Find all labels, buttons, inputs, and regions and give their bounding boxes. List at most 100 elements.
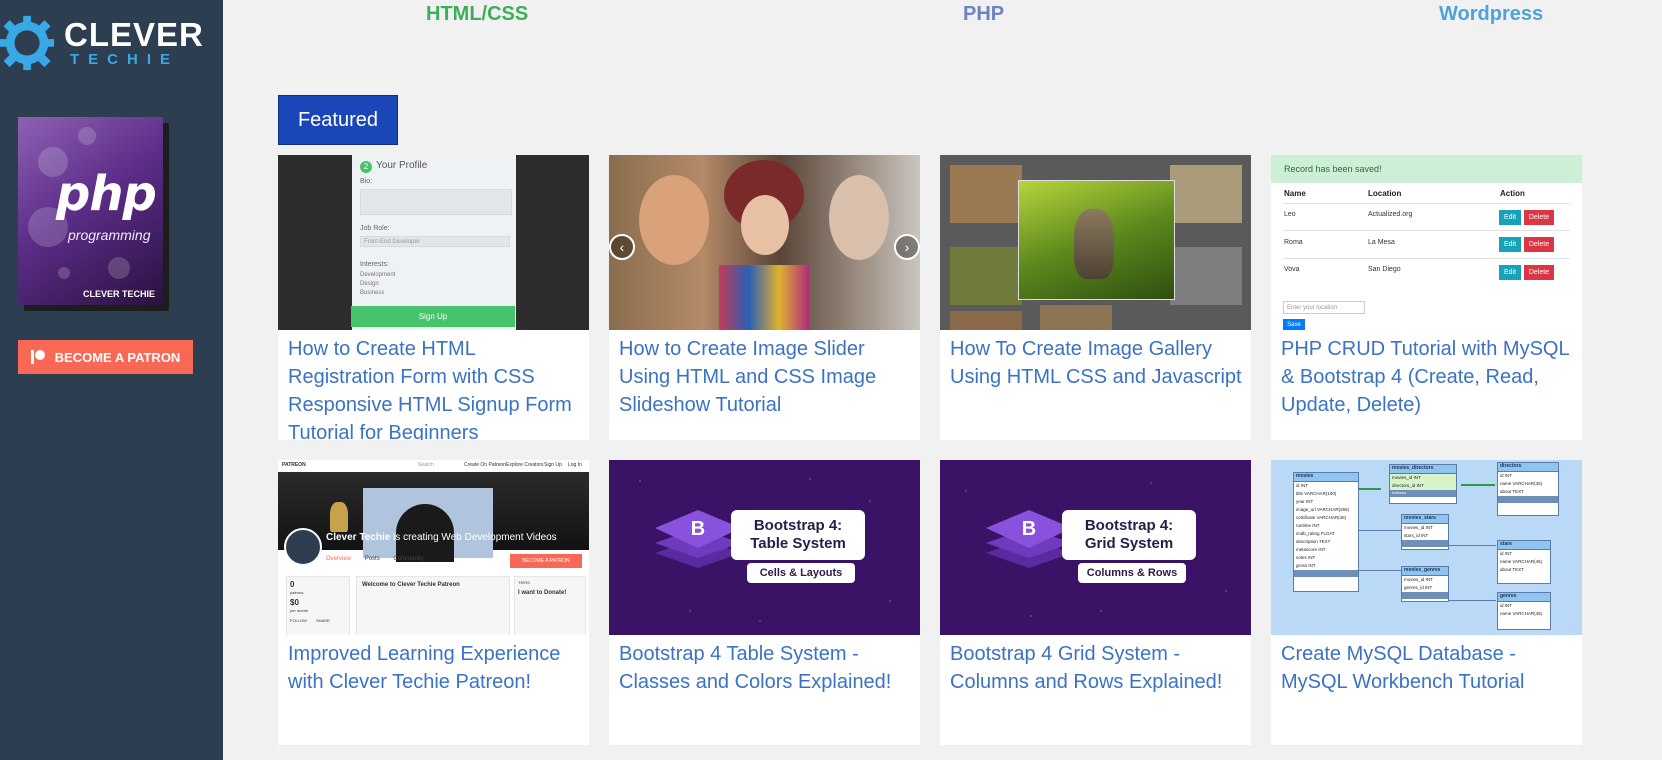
db-table-name: movies_directors (1390, 465, 1456, 474)
db-column: stars_id INT (1404, 533, 1429, 538)
post-card[interactable]: movies id INT title VARCHAR(100) year IN… (1271, 460, 1582, 745)
db-table: movies id INT title VARCHAR(100) year IN… (1293, 472, 1359, 592)
post-card[interactable]: PATREON Search Create On Patreon Explore… (278, 460, 589, 745)
success-alert: Record has been saved! (1271, 155, 1582, 183)
book-title: php (56, 166, 157, 222)
post-title[interactable]: PHP CRUD Tutorial with MySQL & Bootstrap… (1281, 335, 1574, 419)
patreon-tier-title: I want to Donate! (518, 590, 567, 596)
patreon-tiers-label: TIERS (518, 580, 530, 585)
thumb-pill: Columns & Rows (1078, 563, 1186, 583)
patreon-creator: Clever Techie (326, 532, 391, 543)
signup-button-image: Sign Up (351, 306, 515, 327)
book-brand: CLEVER TECHIE (82, 289, 155, 299)
post-thumbnail[interactable] (940, 155, 1251, 330)
post-title[interactable]: How To Create Image Gallery Using HTML C… (950, 335, 1243, 391)
post-thumbnail[interactable]: 2 Your Profile Bio: Job Role: Front-End … (278, 155, 589, 330)
thumb-heading-line: Bootstrap 4: (1084, 517, 1174, 534)
site-logo[interactable]: CLEVER TECHIE (0, 8, 203, 74)
become-patron-button[interactable]: BECOME A PATRON (18, 340, 193, 374)
post-thumbnail[interactable]: movies id INT title VARCHAR(100) year IN… (1271, 460, 1582, 635)
bootstrap-logo-icon: B (655, 510, 741, 568)
db-table-name: directors (1498, 463, 1558, 472)
post-title[interactable]: Bootstrap 4 Grid System - Columns and Ro… (950, 640, 1243, 696)
nav-link-html-css[interactable]: HTML/CSS (426, 3, 528, 26)
db-indexes: Indexes (1390, 490, 1456, 497)
patreon-share: SHARE (316, 618, 330, 623)
db-column: votes INT (1296, 555, 1316, 560)
thumb-heading-card: Bootstrap 4: Grid System (1062, 510, 1196, 560)
delete-button-image: Delete (1524, 265, 1554, 280)
interest-option: Design (360, 281, 379, 287)
patreon-icon (30, 350, 45, 364)
bio-field (360, 189, 512, 215)
post-thumbnail[interactable]: Record has been saved! Name Location Act… (1271, 155, 1582, 330)
db-table: directors id INT name VARCHAR(45) about … (1497, 462, 1559, 516)
gear-icon (0, 15, 55, 70)
post-title[interactable]: How to Create Image Slider Using HTML an… (619, 335, 912, 419)
gallery-featured-image (1018, 180, 1175, 300)
db-column: name VARCHAR(45) (1500, 481, 1543, 486)
db-column: movies_id INT (1390, 474, 1456, 482)
patreon-amount-label: per month (290, 608, 309, 613)
book-subtitle: programming (68, 227, 151, 243)
db-column: id INT (1500, 473, 1513, 478)
post-card[interactable]: Record has been saved! Name Location Act… (1271, 155, 1582, 440)
db-column: metascore INT (1296, 547, 1326, 552)
post-card[interactable]: How To Create Image Gallery Using HTML C… (940, 155, 1251, 440)
post-thumbnail[interactable]: ‹ › (609, 155, 920, 330)
post-title[interactable]: How to Create HTML Registration Form wit… (288, 335, 581, 440)
featured-heading: Featured (278, 95, 398, 145)
post-title[interactable]: Improved Learning Experience with Clever… (288, 640, 581, 696)
patreon-logo: PATREON (282, 462, 306, 468)
php-book-cover[interactable]: php programming CLEVER TECHIE (18, 117, 163, 305)
patreon-tab: Overview (326, 556, 352, 562)
post-thumbnail[interactable]: B Bootstrap 4: Table System Cells & Layo… (609, 460, 920, 635)
db-column: description TEXT (1296, 539, 1331, 544)
job-label: Job Role: (360, 225, 390, 232)
patreon-tagline: is creating Web Development Videos (393, 532, 557, 543)
post-thumbnail[interactable]: B Bootstrap 4: Grid System Columns & Row… (940, 460, 1251, 635)
cell-name: Leo (1284, 211, 1296, 218)
save-button-image: Save (1283, 319, 1305, 330)
db-column: id INT (1296, 483, 1309, 488)
cell-location: Actualized.org (1368, 211, 1413, 218)
edit-button-image: Edit (1499, 210, 1521, 225)
db-column: id INT (1500, 603, 1513, 608)
edit-button-image: Edit (1499, 237, 1521, 252)
db-column: name VARCHAR(45) (1500, 611, 1543, 616)
post-title[interactable]: Create MySQL Database - MySQL Workbench … (1281, 640, 1574, 696)
bootstrap-logo-icon: B (986, 510, 1072, 568)
col-header: Name (1284, 189, 1306, 198)
db-column: about TEXT (1500, 489, 1524, 494)
db-column: genres_id INT (1404, 585, 1433, 590)
cell-location: San Diego (1368, 266, 1401, 273)
patreon-follow: FOLLOW (290, 618, 307, 623)
delete-button-image: Delete (1524, 237, 1554, 252)
cat-image (1074, 209, 1114, 279)
top-nav: HTML/CSS PHP Wordpress (223, 0, 1662, 30)
post-title[interactable]: Bootstrap 4 Table System - Classes and C… (619, 640, 912, 696)
nav-link-php[interactable]: PHP (963, 3, 1004, 26)
patreon-search: Search (418, 462, 434, 468)
db-column: certificate VARCHAR(45) (1296, 515, 1347, 520)
db-column: gross INT (1296, 563, 1316, 568)
post-card[interactable]: B Bootstrap 4: Grid System Columns & Row… (940, 460, 1251, 745)
bio-label: Bio: (360, 178, 373, 185)
form-heading: Your Profile (376, 160, 428, 171)
post-card[interactable]: ‹ › How to Create Image Slider Using HTM… (609, 155, 920, 440)
post-card[interactable]: B Bootstrap 4: Table System Cells & Layo… (609, 460, 920, 745)
col-header: Location (1368, 189, 1402, 198)
job-select: Front-End Developer (360, 236, 510, 247)
db-column: movies_id INT (1404, 525, 1433, 530)
logo-text-clever: CLEVER (64, 16, 204, 53)
post-card[interactable]: 2 Your Profile Bio: Job Role: Front-End … (278, 155, 589, 440)
db-column: directors_id INT (1390, 482, 1456, 490)
patron-button-label: BECOME A PATRON (54, 349, 181, 365)
nav-link-wordpress[interactable]: Wordpress (1439, 3, 1543, 26)
thumb-heading-line: Table System (750, 535, 846, 552)
post-thumbnail[interactable]: PATREON Search Create On Patreon Explore… (278, 460, 589, 635)
interests-label: Interests: (360, 261, 389, 268)
db-table: movies_genres movies_id INT genres_id IN… (1401, 566, 1449, 602)
patreon-menu-item: Explore Creators (506, 462, 544, 468)
db-table: genres id INT name VARCHAR(45) (1497, 592, 1551, 630)
